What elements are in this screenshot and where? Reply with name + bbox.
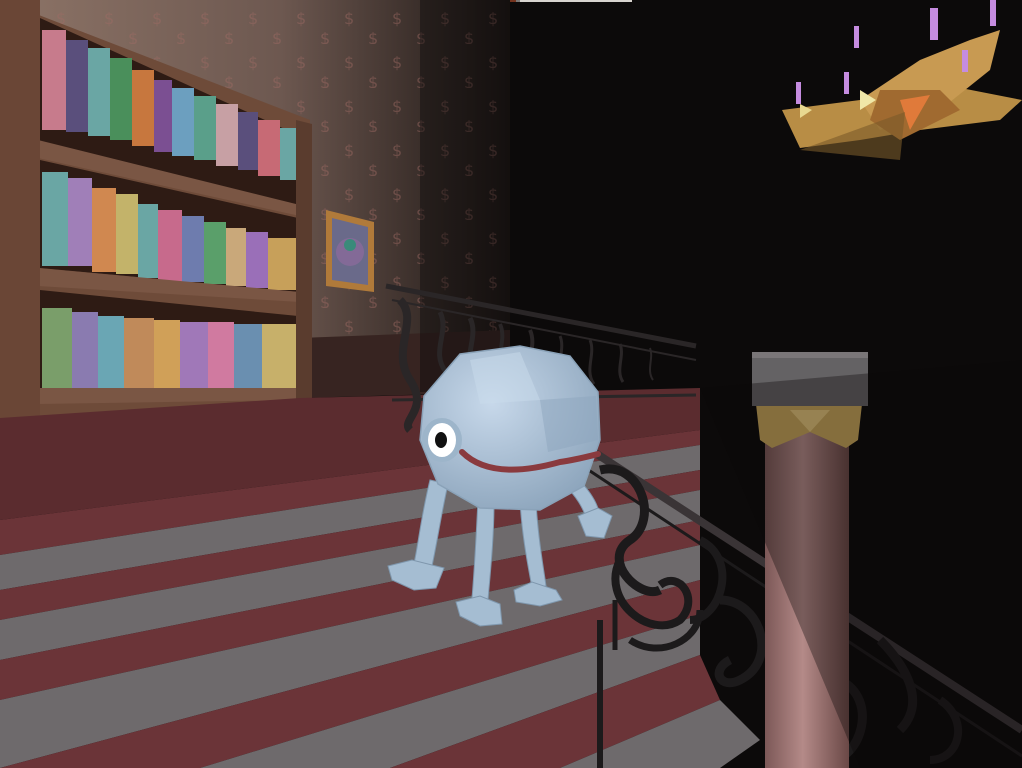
creature-eye [422,418,462,462]
game-scene[interactable]: $ $ [0,0,1022,768]
picture-frame [326,210,374,292]
